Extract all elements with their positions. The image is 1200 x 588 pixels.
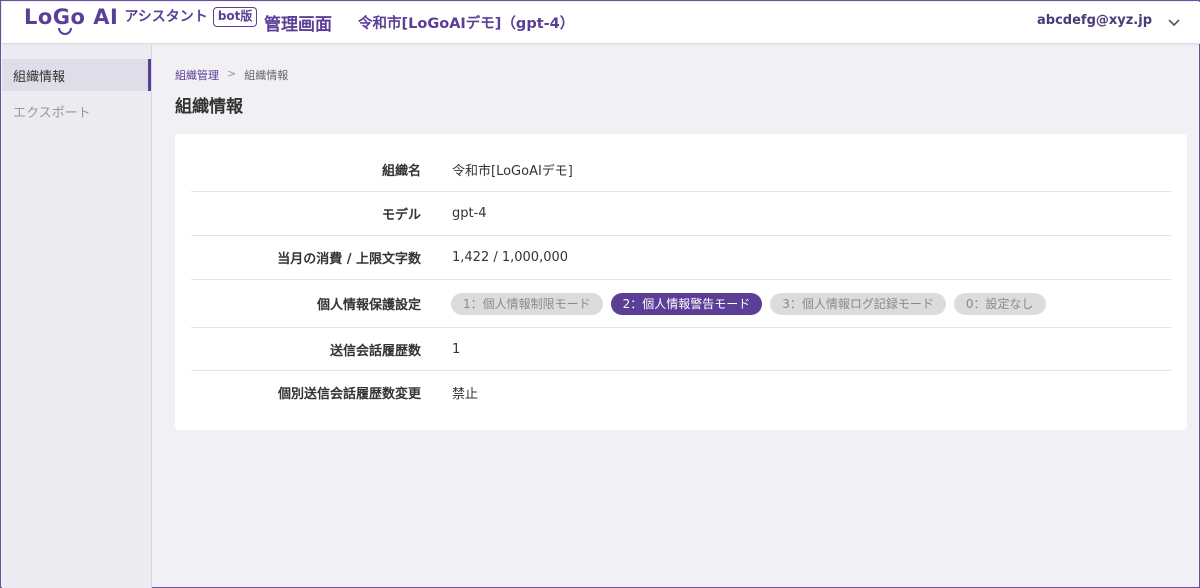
top-header: LoGo AI アシスタント bot版 管理画面 令和市[LoGoAIデモ]（g… bbox=[2, 2, 1200, 44]
detail-value: gpt-4 bbox=[452, 206, 487, 221]
privacy-mode-selector: 1：個人情報制限モード 2：個人情報警告モード 3：個人情報ログ記録モード 0：… bbox=[451, 292, 1046, 315]
detail-value: 令和市[LoGoAIデモ] bbox=[452, 164, 573, 179]
sidebar: 組織情報 エクスポート bbox=[2, 45, 152, 588]
admin-title: 管理画面 bbox=[264, 15, 332, 35]
logo-text: LoGo AI bbox=[24, 5, 119, 29]
app-frame: LoGo AI アシスタント bot版 管理画面 令和市[LoGoAIデモ]（g… bbox=[0, 0, 1200, 588]
detail-value: 禁止 bbox=[452, 387, 479, 402]
detail-value: 1 bbox=[452, 341, 461, 357]
detail-row-history-count: 送信会話履歴数 1 bbox=[191, 328, 1171, 371]
detail-value: 1,422 / 1,000,000 bbox=[452, 250, 569, 265]
user-email[interactable]: abcdefg@xyz.jp bbox=[1037, 13, 1152, 28]
org-info-card: 組織名 令和市[LoGoAIデモ] モデル gpt-4 当月の消費 / 上限文字… bbox=[175, 134, 1187, 430]
privacy-mode-option[interactable]: 3：個人情報ログ記録モード bbox=[770, 292, 946, 315]
page-title: 組織情報 bbox=[175, 97, 243, 117]
chevron-down-icon[interactable] bbox=[1166, 14, 1182, 30]
detail-label: 当月の消費 / 上限文字数 bbox=[277, 252, 421, 267]
privacy-mode-option[interactable]: 0：設定なし bbox=[953, 292, 1046, 315]
org-title: 令和市[LoGoAIデモ]（gpt-4） bbox=[358, 16, 575, 32]
sidebar-item-export[interactable]: エクスポート bbox=[2, 95, 151, 127]
logo-smile-icon bbox=[58, 28, 72, 35]
detail-label: モデル bbox=[381, 208, 421, 223]
detail-label: 組織名 bbox=[381, 164, 421, 179]
logo[interactable]: LoGo AI アシスタント bot版 bbox=[24, 4, 258, 40]
sidebar-item-label: エクスポート bbox=[13, 105, 91, 121]
breadcrumb-current: 組織情報 bbox=[244, 69, 289, 82]
detail-row-history-change: 個別送信会話履歴数変更 禁止 bbox=[191, 371, 1171, 414]
logo-subtitle: アシスタント bbox=[124, 9, 208, 25]
privacy-mode-option[interactable]: 1：個人情報制限モード bbox=[451, 292, 603, 315]
breadcrumb-separator: > bbox=[227, 67, 237, 80]
detail-label: 送信会話履歴数 bbox=[329, 343, 421, 359]
logo-badge: bot版 bbox=[212, 7, 258, 27]
sidebar-item-label: 組織情報 bbox=[13, 69, 66, 85]
privacy-mode-option-selected[interactable]: 2：個人情報警告モード bbox=[610, 292, 763, 315]
detail-row-privacy: 個人情報保護設定 1：個人情報制限モード 2：個人情報警告モード 3：個人情報ロ… bbox=[191, 280, 1171, 328]
detail-row-usage: 当月の消費 / 上限文字数 1,422 / 1,000,000 bbox=[191, 236, 1171, 280]
detail-label: 個人情報保護設定 bbox=[316, 298, 421, 313]
detail-row-model: モデル gpt-4 bbox=[191, 192, 1171, 236]
breadcrumb: 組織管理 > 組織情報 bbox=[175, 67, 288, 83]
sidebar-item-org-info[interactable]: 組織情報 bbox=[2, 59, 151, 91]
breadcrumb-parent-link[interactable]: 組織管理 bbox=[175, 67, 219, 83]
detail-row-org-name: 組織名 令和市[LoGoAIデモ] bbox=[191, 148, 1171, 192]
detail-label: 個別送信会話履歴数変更 bbox=[277, 387, 421, 402]
